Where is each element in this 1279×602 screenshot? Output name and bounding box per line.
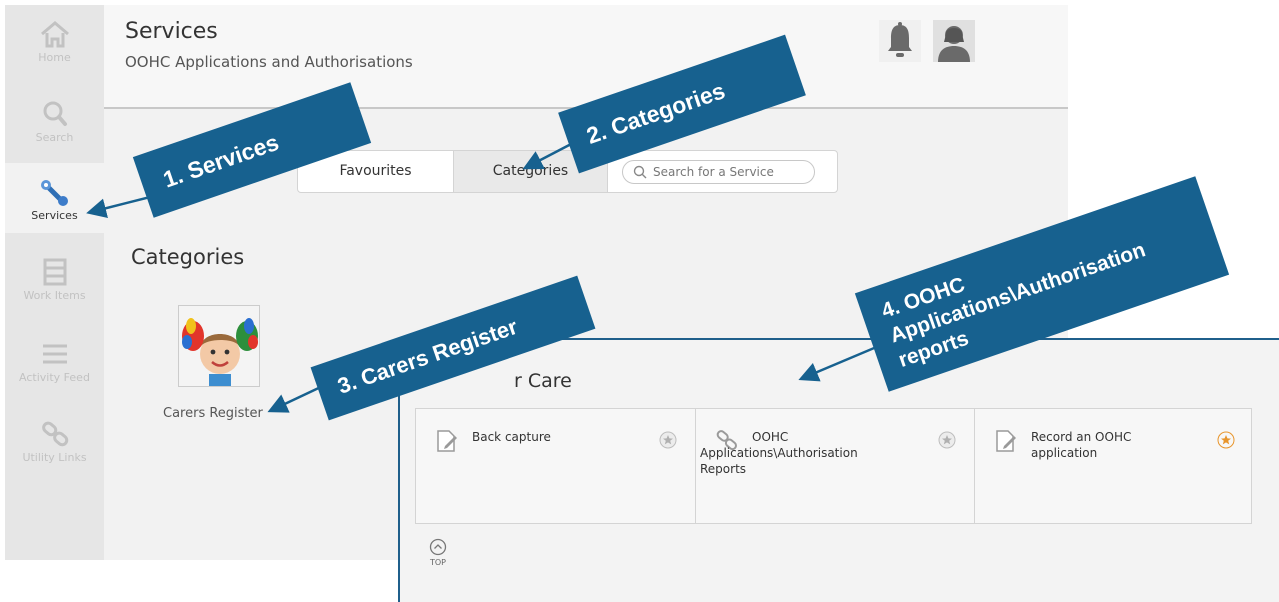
inset-heading: r Care <box>514 370 572 392</box>
sidebar-item-label: Home <box>38 51 71 64</box>
sidebar: Home Search Services Work Items Activity… <box>5 5 104 560</box>
page-subtitle: OOHC Applications and Authorisations <box>125 53 413 71</box>
edit-document-icon <box>996 430 1016 452</box>
sidebar-item-label: Activity Feed <box>19 371 90 384</box>
bell-icon[interactable] <box>879 20 921 62</box>
link-icon <box>41 421 68 447</box>
favourite-star-icon-active[interactable] <box>1217 431 1235 449</box>
sidebar-item-label: Services <box>31 209 78 222</box>
zoomed-inset-panel: r Care Back capture OOHC Applications\Au… <box>398 338 1279 602</box>
category-label[interactable]: Carers Register <box>163 406 263 421</box>
favourite-star-icon[interactable] <box>659 431 677 449</box>
sidebar-item-search[interactable]: Search <box>5 85 104 155</box>
back-to-top-label: TOP <box>429 558 446 567</box>
back-to-top-button[interactable]: TOP <box>424 538 452 567</box>
service-name: OOHC Applications\Authorisation Reports <box>700 429 858 476</box>
activity-feed-icon <box>42 344 67 364</box>
category-image-carers-register[interactable] <box>178 305 260 387</box>
chevron-up-icon <box>429 538 447 556</box>
sidebar-item-label: Search <box>35 131 74 144</box>
work-items-icon <box>43 258 66 286</box>
service-name-line2: Applications\Authorisation Reports <box>700 445 900 477</box>
sidebar-item-work-items[interactable]: Work Items <box>5 243 104 313</box>
service-card-back-capture[interactable]: Back capture <box>416 409 695 523</box>
sidebar-item-services[interactable]: Services <box>5 163 104 233</box>
search-input[interactable] <box>653 163 808 181</box>
favourite-star-icon[interactable] <box>938 431 956 449</box>
sidebar-item-home[interactable]: Home <box>5 5 104 75</box>
sidebar-item-activity-feed[interactable]: Activity Feed <box>5 325 104 395</box>
view-tabs: Favourites Categories <box>297 150 838 193</box>
sidebar-item-label: Work Items <box>23 289 86 302</box>
search-icon <box>633 165 647 179</box>
service-name: Back capture <box>472 430 551 444</box>
service-card-oohc-authorisation-reports[interactable]: OOHC Applications\Authorisation Reports <box>695 409 974 523</box>
user-avatar-icon[interactable] <box>933 20 975 62</box>
service-card-record-oohc-application[interactable]: Record an OOHC application <box>974 409 1253 523</box>
wrench-icon <box>40 180 68 206</box>
home-icon <box>40 21 69 48</box>
service-name: Record an OOHC application <box>1031 429 1131 461</box>
search-icon <box>43 101 67 126</box>
service-cards: Back capture OOHC Applications\Authorisa… <box>415 408 1252 524</box>
page-header: Services OOHC Applications and Authorisa… <box>104 5 1068 109</box>
service-name-line3-text: Reports <box>700 462 747 476</box>
page-title: Services <box>125 19 218 44</box>
service-name-line1: OOHC <box>752 430 789 444</box>
service-name-line1: Record an OOHC <box>1031 430 1132 444</box>
sidebar-item-utility-links[interactable]: Utility Links <box>5 405 104 475</box>
service-name-line2-text: Applications\Authorisation <box>700 446 858 460</box>
sidebar-item-label: Utility Links <box>22 451 87 464</box>
child-painted-hands-image <box>179 306 259 386</box>
service-search[interactable] <box>622 160 815 184</box>
service-name-line2: application <box>1031 446 1098 460</box>
edit-document-icon <box>437 430 457 452</box>
section-title: Categories <box>131 245 245 269</box>
